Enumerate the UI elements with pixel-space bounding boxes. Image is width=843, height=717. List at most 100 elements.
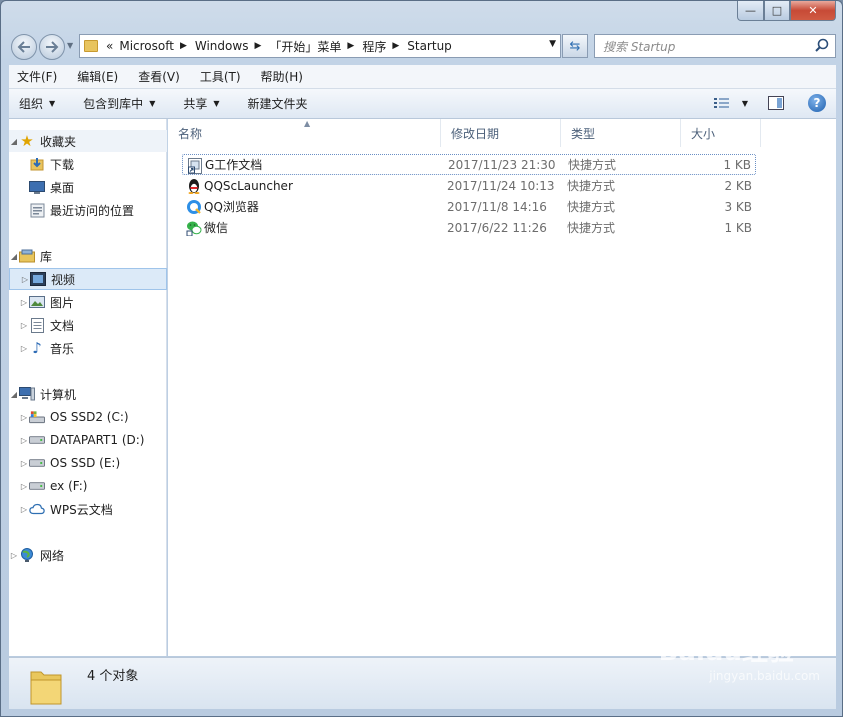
file-type: 快捷方式 bbox=[567, 179, 616, 193]
nav-drive-d-label: DATAPART1 (D:) bbox=[50, 433, 145, 447]
nav-music[interactable]: ▷ ♪ 音乐 bbox=[19, 337, 167, 359]
preview-pane-icon[interactable] bbox=[768, 96, 784, 110]
collapse-arrow-icon[interactable]: ▷ bbox=[19, 459, 29, 468]
chevron-right-icon[interactable]: ▶ bbox=[392, 41, 399, 51]
help-icon[interactable]: ? bbox=[808, 94, 826, 112]
file-row[interactable]: QQScLauncher 2017/11/24 10:13 快捷方式 2 KB bbox=[182, 175, 756, 196]
system-drive-icon bbox=[29, 410, 45, 424]
command-toolbar: 组织 ▼ 包含到库中 ▼ 共享 ▼ 新建文件夹 ▼ ? bbox=[9, 89, 836, 119]
collapse-arrow-icon[interactable]: ▷ bbox=[19, 413, 29, 422]
close-button[interactable]: ✕ bbox=[790, 1, 836, 21]
view-options-icon[interactable] bbox=[713, 97, 730, 109]
nav-network[interactable]: ▷ 网络 bbox=[9, 544, 167, 566]
qq-browser-icon bbox=[186, 199, 202, 215]
collapse-arrow-icon[interactable]: ▷ bbox=[19, 344, 29, 353]
collapse-arrow-icon[interactable]: ▷ bbox=[19, 298, 29, 307]
music-note-icon: ♪ bbox=[32, 339, 42, 357]
breadcrumb-programs[interactable]: 程序 bbox=[362, 38, 386, 55]
collapse-arrow-icon[interactable]: ▷ bbox=[19, 321, 29, 330]
breadcrumb-windows[interactable]: Windows bbox=[195, 39, 249, 53]
nav-drive-e[interactable]: ▷ OS SSD (E:) bbox=[19, 452, 167, 474]
new-folder-button[interactable]: 新建文件夹 bbox=[248, 95, 308, 112]
chevron-down-icon: ▼ bbox=[149, 99, 156, 108]
file-name: 微信 bbox=[204, 221, 229, 235]
collapse-arrow-icon[interactable]: ▷ bbox=[9, 551, 19, 560]
nav-pictures[interactable]: ▷ 图片 bbox=[19, 291, 167, 313]
breadcrumb-start-menu[interactable]: 「开始」菜单 bbox=[269, 38, 341, 55]
nav-computer[interactable]: ◢ 计算机 bbox=[9, 383, 167, 405]
back-button[interactable] bbox=[11, 34, 37, 60]
nav-videos[interactable]: ▷ 视频 bbox=[9, 268, 167, 290]
nav-downloads[interactable]: 下载 bbox=[29, 153, 167, 175]
forward-button[interactable] bbox=[39, 34, 65, 60]
nav-drive-f[interactable]: ▷ ex (F:) bbox=[19, 475, 167, 497]
nav-wps-cloud[interactable]: ▷ WPS云文档 bbox=[19, 498, 167, 520]
nav-network-label: 网络 bbox=[40, 548, 65, 563]
nav-recent-places[interactable]: 最近访问的位置 bbox=[29, 199, 167, 221]
column-header-size[interactable]: 大小 bbox=[681, 119, 761, 147]
collapse-arrow-icon[interactable]: ▷ bbox=[19, 505, 29, 514]
collapse-arrow-icon[interactable]: ▷ bbox=[19, 482, 29, 491]
chevron-down-icon: ▼ bbox=[49, 99, 56, 108]
caption-buttons: — □ ✕ bbox=[737, 1, 836, 21]
column-header-name[interactable]: 名称 bbox=[168, 119, 441, 147]
menu-help[interactable]: 帮助(H) bbox=[257, 66, 307, 87]
navigation-pane: ◢ ★ 收藏夹 下载 桌面 最近访问的位置 ◢ 库 ▷ 视频 ▷ 图片 ▷ 文档… bbox=[9, 119, 167, 656]
recent-pages-dropdown-icon[interactable]: ▼ bbox=[67, 41, 73, 50]
expand-arrow-icon[interactable]: ◢ bbox=[9, 137, 19, 146]
explorer-window: — □ ✕ ▼ « Microsoft ▶ Windows ▶ 「开始」菜单 ▶… bbox=[0, 0, 843, 717]
menu-view[interactable]: 查看(V) bbox=[134, 66, 184, 87]
column-header-type[interactable]: 类型 bbox=[561, 119, 681, 147]
nav-desktop[interactable]: 桌面 bbox=[29, 176, 167, 198]
share-button[interactable]: 共享 ▼ bbox=[183, 95, 219, 112]
nav-drive-c[interactable]: ▷ OS SSD2 (C:) bbox=[19, 406, 167, 428]
chevron-right-icon[interactable]: ▶ bbox=[347, 41, 354, 51]
back-arrow-icon bbox=[17, 41, 30, 53]
new-folder-label: 新建文件夹 bbox=[247, 97, 308, 111]
column-header-date[interactable]: 修改日期 bbox=[441, 119, 561, 147]
maximize-button[interactable]: □ bbox=[764, 1, 790, 21]
collapse-arrow-icon[interactable]: ▷ bbox=[19, 436, 29, 445]
menu-file[interactable]: 文件(F) bbox=[13, 66, 61, 87]
refresh-button[interactable]: ⇆ bbox=[562, 34, 588, 58]
include-in-library-button[interactable]: 包含到库中 ▼ bbox=[83, 95, 155, 112]
address-dropdown-icon[interactable]: ▼ bbox=[549, 39, 556, 49]
nav-drive-d[interactable]: ▷ DATAPART1 (D:) bbox=[19, 429, 167, 451]
view-dropdown-icon[interactable]: ▼ bbox=[742, 99, 748, 108]
file-name: QQ浏览器 bbox=[204, 200, 259, 214]
minimize-button[interactable]: — bbox=[737, 1, 764, 21]
file-date: 2017/6/22 11:26 bbox=[447, 220, 547, 235]
breadcrumb-startup[interactable]: Startup bbox=[407, 39, 452, 53]
expand-arrow-icon[interactable]: ◢ bbox=[9, 390, 19, 399]
organize-button[interactable]: 组织 ▼ bbox=[19, 95, 55, 112]
file-date: 2017/11/23 21:30 bbox=[448, 157, 556, 172]
address-bar[interactable]: « Microsoft ▶ Windows ▶ 「开始」菜单 ▶ 程序 ▶ St… bbox=[79, 34, 561, 58]
nav-favorites[interactable]: ◢ ★ 收藏夹 bbox=[9, 130, 167, 152]
nav-drive-e-label: OS SSD (E:) bbox=[50, 456, 121, 470]
address-overflow[interactable]: « bbox=[106, 39, 113, 53]
search-placeholder: 搜索 Startup bbox=[603, 39, 676, 54]
menu-bar: 文件(F) 编辑(E) 查看(V) 工具(T) 帮助(H) bbox=[9, 65, 836, 89]
search-input[interactable]: 搜索 Startup bbox=[594, 34, 836, 58]
nav-documents[interactable]: ▷ 文档 bbox=[19, 314, 167, 336]
file-row[interactable]: QQ浏览器 2017/11/8 14:16 快捷方式 3 KB bbox=[182, 196, 756, 217]
expand-arrow-icon[interactable]: ◢ bbox=[9, 252, 19, 261]
file-row[interactable]: 微信 2017/6/22 11:26 快捷方式 1 KB bbox=[182, 217, 756, 238]
menu-tools[interactable]: 工具(T) bbox=[196, 66, 245, 87]
documents-icon bbox=[29, 317, 45, 333]
breadcrumb-microsoft[interactable]: Microsoft bbox=[119, 39, 174, 53]
collapse-arrow-icon[interactable]: ▷ bbox=[20, 275, 30, 284]
file-date: 2017/11/8 14:16 bbox=[447, 199, 547, 214]
chevron-right-icon[interactable]: ▶ bbox=[254, 41, 261, 51]
nav-downloads-label: 下载 bbox=[50, 157, 75, 172]
toolbar-right: ▼ ? bbox=[713, 94, 826, 112]
nav-libraries[interactable]: ◢ 库 bbox=[9, 245, 167, 267]
recent-places-icon bbox=[29, 203, 45, 217]
nav-documents-label: 文档 bbox=[50, 318, 75, 333]
file-size: 1 KB bbox=[724, 220, 752, 235]
chevron-right-icon[interactable]: ▶ bbox=[180, 41, 187, 51]
file-row[interactable]: G工作文档 2017/11/23 21:30 快捷方式 1 KB bbox=[182, 154, 756, 175]
drive-icon bbox=[29, 479, 45, 493]
menu-edit[interactable]: 编辑(E) bbox=[73, 66, 122, 87]
search-icon[interactable] bbox=[814, 38, 830, 54]
